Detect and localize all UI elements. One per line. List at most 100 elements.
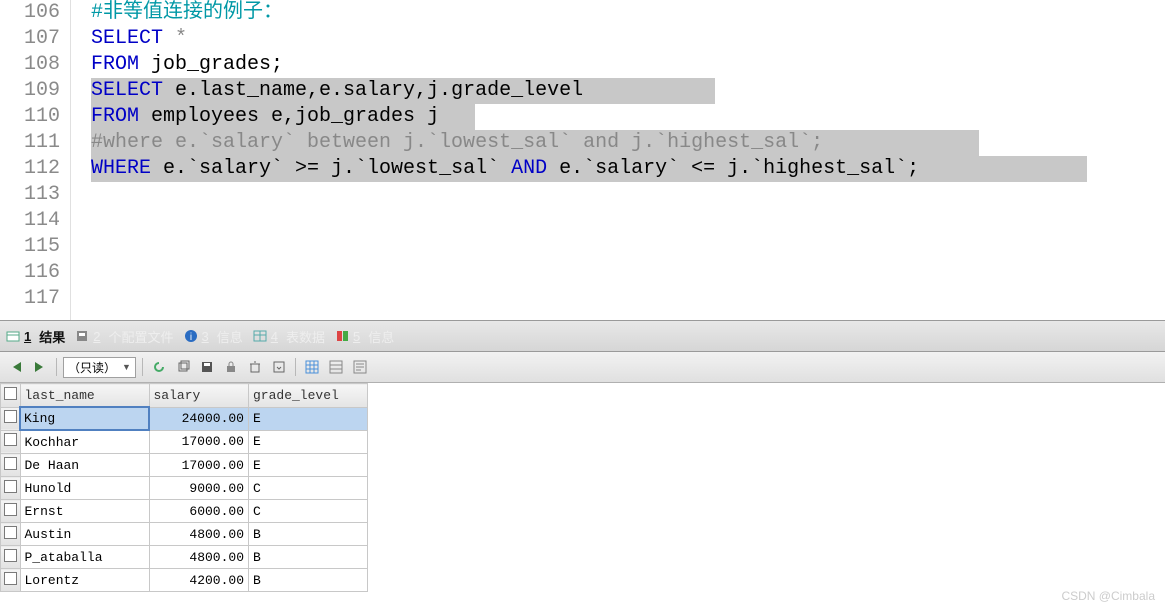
cell-last_name[interactable]: King bbox=[20, 407, 149, 430]
line-number: 114 bbox=[0, 208, 60, 234]
line-number: 110 bbox=[0, 104, 60, 130]
nav-first-icon[interactable] bbox=[6, 357, 26, 377]
cell-salary[interactable]: 6000.00 bbox=[149, 500, 249, 523]
code-line[interactable]: WHERE e.`salary` >= j.`lowest_sal` AND e… bbox=[91, 156, 1165, 182]
line-number: 112 bbox=[0, 156, 60, 182]
cell-grade_level[interactable]: B bbox=[249, 546, 368, 569]
code-line[interactable]: SELECT * bbox=[91, 26, 1165, 52]
cell-last_name[interactable]: Hunold bbox=[20, 477, 149, 500]
tabledata-icon bbox=[253, 329, 267, 343]
info-icon: i bbox=[184, 329, 198, 343]
save-icon[interactable] bbox=[197, 357, 217, 377]
code-line[interactable]: #where e.`salary` between j.`lowest_sal`… bbox=[91, 130, 1165, 156]
tab-label: 结果 bbox=[39, 327, 65, 346]
form-view-icon[interactable] bbox=[326, 357, 346, 377]
tab-label: 表数据 bbox=[286, 327, 325, 346]
watermark: CSDN @Cimbala bbox=[1061, 589, 1155, 603]
table-row[interactable]: De Haan17000.00E bbox=[1, 454, 368, 477]
row-checkbox[interactable] bbox=[4, 457, 17, 470]
code-editor[interactable]: 106107108109110111112113114115116117 #非等… bbox=[0, 0, 1165, 320]
line-number: 107 bbox=[0, 26, 60, 52]
row-checkbox[interactable] bbox=[4, 480, 17, 493]
result-toolbar: （只读） ▼ bbox=[0, 352, 1165, 383]
row-checkbox[interactable] bbox=[4, 572, 17, 585]
cell-last_name[interactable]: P_ataballa bbox=[20, 546, 149, 569]
line-number: 117 bbox=[0, 286, 60, 312]
line-number: 106 bbox=[0, 0, 60, 26]
cell-salary[interactable]: 9000.00 bbox=[149, 477, 249, 500]
table-row[interactable]: King24000.00E bbox=[1, 407, 368, 430]
row-checkbox[interactable] bbox=[4, 503, 17, 516]
tab-label: 个配置文件 bbox=[108, 327, 173, 346]
row-checkbox[interactable] bbox=[4, 549, 17, 562]
copy-icon[interactable] bbox=[173, 357, 193, 377]
line-number: 116 bbox=[0, 260, 60, 286]
row-checkbox[interactable] bbox=[4, 410, 17, 423]
nav-last-icon[interactable] bbox=[30, 357, 50, 377]
table-row[interactable]: Hunold9000.00C bbox=[1, 477, 368, 500]
line-number: 115 bbox=[0, 234, 60, 260]
result-tabs: 1 结果 2 个配置文件 i3 信息 4 表数据 5 信息 bbox=[0, 320, 1165, 352]
cell-grade_level[interactable]: B bbox=[249, 569, 368, 592]
line-number: 111 bbox=[0, 130, 60, 156]
code-line[interactable]: FROM employees e,job_grades j bbox=[91, 104, 1165, 130]
select-all-checkbox[interactable] bbox=[4, 387, 17, 400]
tab-label: 信息 bbox=[217, 327, 243, 346]
text-view-icon[interactable] bbox=[350, 357, 370, 377]
grid-view-icon[interactable] bbox=[302, 357, 322, 377]
row-checkbox[interactable] bbox=[4, 526, 17, 539]
cell-salary[interactable]: 4200.00 bbox=[149, 569, 249, 592]
code-line[interactable]: #非等值连接的例子： bbox=[91, 0, 1165, 26]
cell-last_name[interactable]: De Haan bbox=[20, 454, 149, 477]
column-header-last_name[interactable]: last_name bbox=[20, 384, 149, 408]
tab-信息[interactable]: i3 信息 bbox=[184, 327, 243, 346]
lock-icon[interactable] bbox=[221, 357, 241, 377]
cell-grade_level[interactable]: E bbox=[249, 430, 368, 454]
chevron-down-icon: ▼ bbox=[122, 362, 131, 372]
cell-grade_level[interactable]: B bbox=[249, 523, 368, 546]
results-table[interactable]: last_namesalarygrade_levelKing24000.00EK… bbox=[0, 383, 368, 592]
cell-grade_level[interactable]: C bbox=[249, 500, 368, 523]
tab-结果[interactable]: 1 结果 bbox=[6, 327, 65, 346]
profile-icon bbox=[75, 329, 89, 343]
cell-salary[interactable]: 17000.00 bbox=[149, 430, 249, 454]
column-header-salary[interactable]: salary bbox=[149, 384, 249, 408]
code-line[interactable]: SELECT e.last_name,e.salary,j.grade_leve… bbox=[91, 78, 1165, 104]
cell-salary[interactable]: 17000.00 bbox=[149, 454, 249, 477]
delete-icon[interactable] bbox=[245, 357, 265, 377]
cell-salary[interactable]: 24000.00 bbox=[149, 407, 249, 430]
code-line[interactable]: FROM job_grades; bbox=[91, 52, 1165, 78]
tab-表数据[interactable]: 4 表数据 bbox=[253, 327, 325, 346]
line-number: 113 bbox=[0, 182, 60, 208]
result-icon bbox=[6, 329, 20, 343]
line-number: 108 bbox=[0, 52, 60, 78]
line-number: 109 bbox=[0, 78, 60, 104]
export-icon[interactable] bbox=[269, 357, 289, 377]
code-area[interactable]: #非等值连接的例子：SELECT *FROM job_grades;SELECT… bbox=[71, 0, 1165, 320]
table-row[interactable]: Ernst6000.00C bbox=[1, 500, 368, 523]
cell-last_name[interactable]: Kochhar bbox=[20, 430, 149, 454]
column-header-grade_level[interactable]: grade_level bbox=[249, 384, 368, 408]
cell-grade_level[interactable]: C bbox=[249, 477, 368, 500]
cell-grade_level[interactable]: E bbox=[249, 407, 368, 430]
cell-salary[interactable]: 4800.00 bbox=[149, 523, 249, 546]
tab-信息[interactable]: 5 信息 bbox=[335, 327, 394, 346]
svg-text:i: i bbox=[189, 332, 191, 343]
table-row[interactable]: Austin4800.00B bbox=[1, 523, 368, 546]
table-row[interactable]: Lorentz4200.00B bbox=[1, 569, 368, 592]
tab-个配置文件[interactable]: 2 个配置文件 bbox=[75, 327, 173, 346]
cell-last_name[interactable]: Austin bbox=[20, 523, 149, 546]
table-row[interactable]: Kochhar17000.00E bbox=[1, 430, 368, 454]
row-checkbox[interactable] bbox=[4, 433, 17, 446]
info2-icon bbox=[335, 329, 349, 343]
tab-label: 信息 bbox=[368, 327, 394, 346]
cell-grade_level[interactable]: E bbox=[249, 454, 368, 477]
table-row[interactable]: P_ataballa4800.00B bbox=[1, 546, 368, 569]
cell-last_name[interactable]: Lorentz bbox=[20, 569, 149, 592]
line-number-gutter: 106107108109110111112113114115116117 bbox=[0, 0, 71, 320]
cell-last_name[interactable]: Ernst bbox=[20, 500, 149, 523]
read-mode-label: （只读） bbox=[68, 359, 116, 376]
cell-salary[interactable]: 4800.00 bbox=[149, 546, 249, 569]
refresh-icon[interactable] bbox=[149, 357, 169, 377]
read-mode-dropdown[interactable]: （只读） ▼ bbox=[63, 357, 136, 378]
